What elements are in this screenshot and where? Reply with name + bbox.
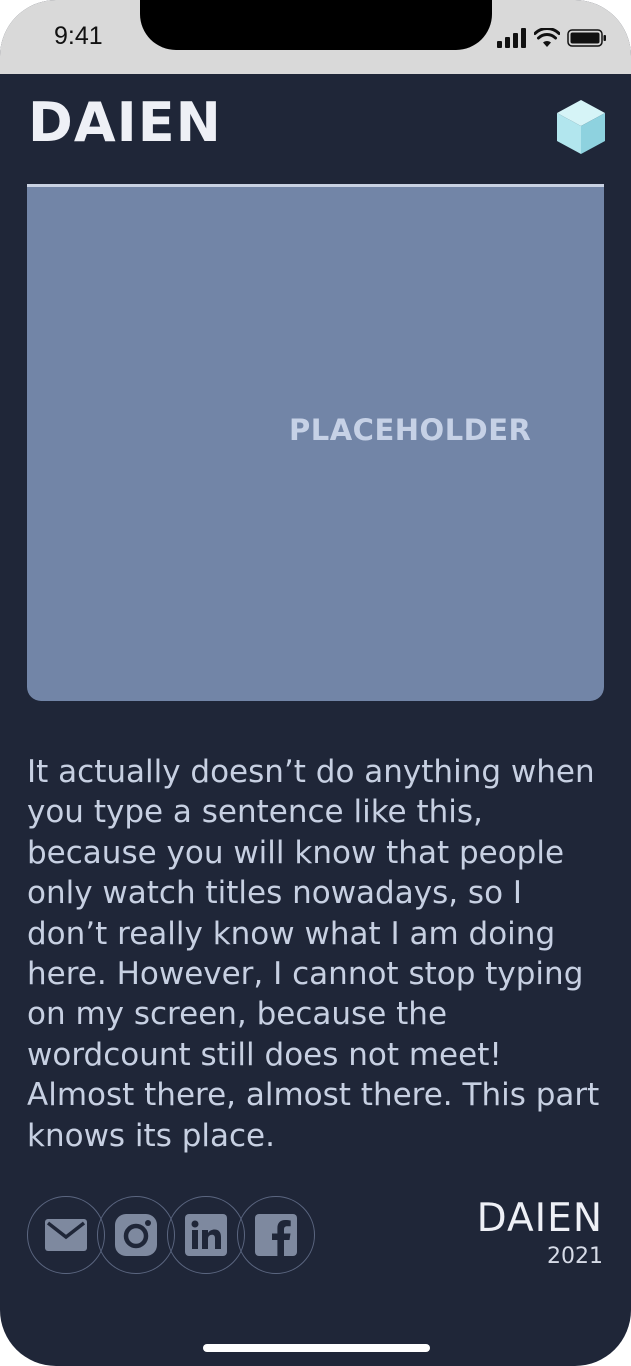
linkedin-icon [185, 1214, 227, 1256]
signal-icon [497, 28, 526, 48]
brand-title: DAIEN [28, 91, 222, 154]
social-links [27, 1196, 327, 1276]
footer-year: 2021 [547, 1244, 603, 1269]
mail-icon [45, 1219, 87, 1251]
footer-name: DAIEN [476, 1196, 603, 1241]
cube-icon[interactable] [555, 98, 607, 156]
mail-button[interactable] [27, 1196, 105, 1274]
facebook-button[interactable] [237, 1196, 315, 1274]
status-bar: 9:41 [0, 0, 631, 74]
instagram-icon [115, 1214, 157, 1256]
phone-screen: 9:41 DAIEN PLACEHOLDER It actually doesn… [0, 0, 631, 1366]
wifi-icon [534, 28, 560, 47]
hero-image: PLACEHOLDER [27, 187, 604, 701]
placeholder-label: PLACEHOLDER [289, 413, 532, 447]
linkedin-button[interactable] [167, 1196, 245, 1274]
facebook-icon [255, 1214, 297, 1256]
notch [140, 0, 492, 50]
body-paragraph: It actually doesn’t do anything when you… [27, 754, 600, 1154]
footer-brand: DAIEN 2021 [477, 1199, 603, 1269]
instagram-button[interactable] [97, 1196, 175, 1274]
status-time: 9:41 [54, 22, 103, 50]
status-icons [497, 26, 607, 50]
battery-icon [567, 29, 606, 47]
home-indicator[interactable] [203, 1344, 430, 1352]
